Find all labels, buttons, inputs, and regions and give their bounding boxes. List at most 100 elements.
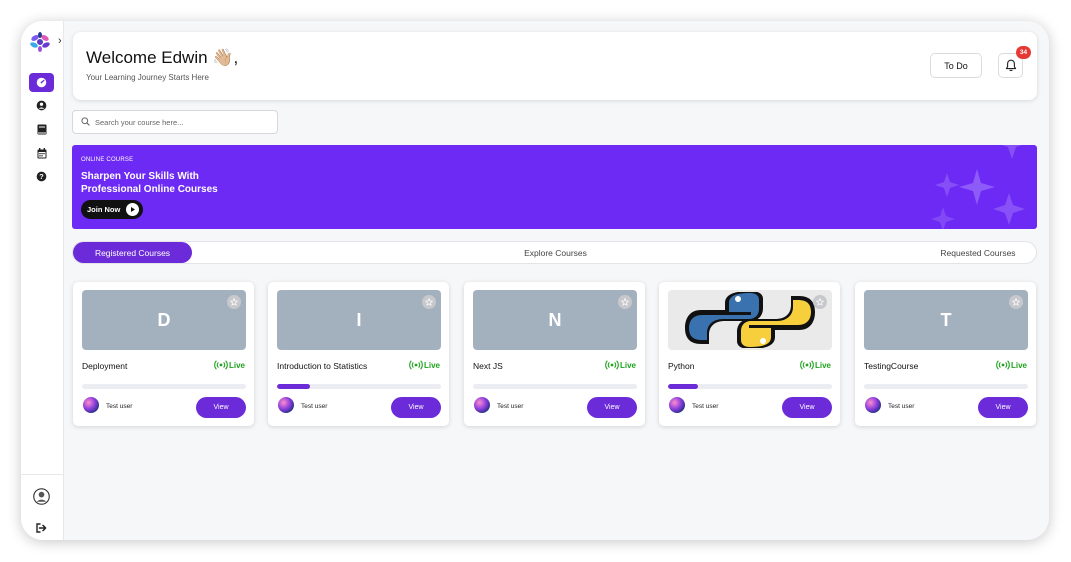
join-now-label: Join Now [87, 205, 121, 214]
course-title: Deployment [82, 361, 128, 371]
banner-title: Sharpen Your Skills With Professional On… [81, 171, 218, 196]
course-thumbnail [668, 290, 832, 350]
broadcast-icon [214, 360, 228, 370]
todo-button[interactable]: To Do [930, 53, 982, 78]
instructor-name: Test user [497, 403, 524, 410]
course-progress-fill [668, 384, 698, 389]
avatar [278, 397, 294, 413]
sidebar-item-help[interactable]: ? [29, 167, 54, 186]
course-thumbnail: D [82, 290, 246, 350]
course-thumbnail: N [473, 290, 637, 350]
live-status: Live [800, 360, 831, 370]
bell-icon [1005, 59, 1016, 72]
course-progress [82, 384, 246, 389]
tab-registered-courses[interactable]: Registered Courses [73, 242, 192, 263]
course-initial: I [356, 309, 362, 330]
course-initial: N [548, 309, 562, 330]
sidebar-divider [21, 474, 64, 475]
book-icon [37, 124, 46, 135]
avatar [474, 397, 490, 413]
course-card[interactable]: Python Live Test user View [659, 282, 840, 426]
sidebar-item-profile[interactable] [29, 96, 54, 115]
logout-icon [36, 522, 47, 533]
banner-kicker: ONLINE COURSE [81, 157, 134, 163]
search-icon [81, 117, 90, 126]
banner-title-line1: Sharpen Your Skills With [81, 171, 199, 182]
page-title: Welcome Edwin 👋🏼, [86, 48, 239, 67]
view-course-button[interactable]: View [587, 397, 637, 418]
sidebar-item-account[interactable] [29, 487, 54, 506]
python-logo-icon [685, 292, 815, 348]
instructor-name: Test user [692, 403, 719, 410]
banner-title-line2: Professional Online Courses [81, 183, 218, 195]
live-label: Live [228, 360, 245, 370]
sidebar-item-dashboard[interactable] [29, 73, 54, 92]
tab-requested-courses[interactable]: Requested Courses [903, 242, 1049, 263]
avatar [669, 397, 685, 413]
view-course-button[interactable]: View [196, 397, 246, 418]
course-progress [864, 384, 1028, 389]
course-progress [668, 384, 832, 389]
promo-banner: ONLINE COURSE Sharpen Your Skills With P… [72, 145, 1037, 229]
chevron-right-icon[interactable]: › [58, 35, 62, 47]
live-status: Live [605, 360, 636, 370]
join-now-button[interactable]: Join Now [81, 200, 143, 219]
course-initial: T [940, 309, 952, 330]
live-label: Live [423, 360, 440, 370]
sidebar-item-logout[interactable] [29, 518, 54, 537]
star-icon[interactable] [618, 295, 632, 309]
course-card[interactable]: T TestingCourse Live Test user View [855, 282, 1036, 426]
course-tabs: Registered Courses Explore Courses Reque… [72, 241, 1037, 264]
page-subtitle: Your Learning Journey Starts Here [86, 73, 209, 82]
course-initial: D [157, 309, 171, 330]
course-card[interactable]: D Deployment Live Test user View [73, 282, 254, 426]
course-title: Python [668, 361, 695, 371]
course-title: Introduction to Statistics [277, 361, 368, 371]
tab-explore-courses[interactable]: Explore Courses [473, 242, 638, 263]
course-card[interactable]: N Next JS Live Test user View [464, 282, 645, 426]
view-course-button[interactable]: View [978, 397, 1028, 418]
view-course-button[interactable]: View [391, 397, 441, 418]
calendar-icon [37, 148, 46, 159]
question-circle-icon: ? [36, 171, 47, 182]
live-status: Live [996, 360, 1027, 370]
course-thumbnail: T [864, 290, 1028, 350]
instructor-name: Test user [888, 403, 915, 410]
course-progress [473, 384, 637, 389]
welcome-header: Welcome Edwin 👋🏼, Your Learning Journey … [73, 32, 1037, 100]
star-icon[interactable] [1009, 295, 1023, 309]
live-status: Live [409, 360, 440, 370]
notification-count-badge: 34 [1016, 46, 1031, 59]
app-logo[interactable] [28, 31, 52, 53]
course-progress [277, 384, 441, 389]
broadcast-icon [800, 360, 814, 370]
play-icon [126, 203, 139, 216]
course-title: TestingCourse [864, 361, 919, 371]
view-course-button[interactable]: View [782, 397, 832, 418]
live-label: Live [814, 360, 831, 370]
live-label: Live [619, 360, 636, 370]
star-icon[interactable] [422, 295, 436, 309]
instructor-name: Test user [301, 403, 328, 410]
instructor-name: Test user [106, 403, 133, 410]
star-icon[interactable] [227, 295, 241, 309]
course-search [72, 110, 278, 134]
course-title: Next JS [473, 361, 503, 371]
broadcast-icon [605, 360, 619, 370]
star-icon[interactable] [813, 295, 827, 309]
live-label: Live [1010, 360, 1027, 370]
avatar [83, 397, 99, 413]
avatar [865, 397, 881, 413]
user-circle-icon [36, 100, 47, 111]
account-circle-icon [33, 488, 50, 505]
sidebar-item-courses[interactable] [29, 120, 54, 139]
app-window: › ? Welcome Edwin 👋🏼, Your Learning Jour… [21, 21, 1049, 540]
sidebar: › ? [21, 21, 64, 540]
search-input[interactable] [95, 114, 270, 131]
live-status: Live [214, 360, 245, 370]
sidebar-item-calendar[interactable] [29, 144, 54, 163]
broadcast-icon [996, 360, 1010, 370]
broadcast-icon [409, 360, 423, 370]
course-card[interactable]: I Introduction to Statistics Live Test u… [268, 282, 449, 426]
course-thumbnail: I [277, 290, 441, 350]
